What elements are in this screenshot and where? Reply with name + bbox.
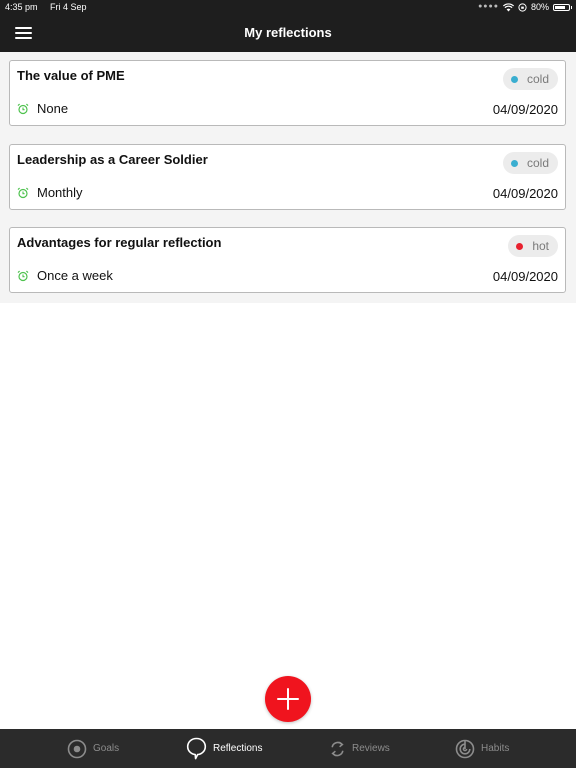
reflection-title: The value of PME [17,68,125,83]
frequency-label: Monthly [37,185,83,200]
battery-level [555,5,565,9]
reflection-card[interactable]: Advantages for regular reflection hot On… [9,227,566,293]
reminder-frequency: Once a week [17,268,113,283]
temperature-badge: cold [502,152,558,174]
battery-icon [553,3,572,11]
temperature-dot [516,242,524,250]
status-bar: 4:35 pm Fri 4 Sep ●●●● 80% [0,0,576,14]
tab-habits[interactable]: Habits [455,729,509,768]
habits-icon [455,739,475,758]
status-right: ●●●● 80% [474,0,572,14]
target-icon [67,739,87,758]
status-left: 4:35 pm Fri 4 Sep [5,0,97,14]
reflection-card[interactable]: Leadership as a Career Soldier cold Mont… [9,144,566,210]
signal-icon: ●●●● [478,3,499,10]
page-title: My reflections [244,25,332,40]
alarm-clock-icon [17,187,29,198]
speech-bubble-icon [186,737,207,760]
temperature-label: hot [532,239,549,253]
tab-label: Reviews [352,743,390,754]
tab-goals[interactable]: Goals [67,729,119,768]
status-date: Fri 4 Sep [50,2,87,12]
tab-label: Habits [481,743,510,754]
reflection-title: Leadership as a Career Soldier [17,152,208,167]
orientation-lock-icon [518,2,527,12]
reflection-date: 04/09/2020 [492,269,558,284]
status-time: 4:35 pm [5,2,38,12]
refresh-icon [331,741,344,756]
tab-reviews[interactable]: Reviews [329,729,390,768]
reflection-date: 04/09/2020 [492,102,558,117]
temperature-label: cold [526,72,549,86]
reminder-frequency: None [17,101,68,116]
reminder-frequency: Monthly [17,185,83,200]
temperature-label: cold [526,156,549,170]
battery-percentage: 80% [530,2,549,12]
tab-reflections[interactable]: Reflections [186,729,262,768]
tab-bar: Goals Reflections Reviews Habits [0,729,576,768]
app-screen: 4:35 pm Fri 4 Sep ●●●● 80% My reflection [0,0,576,768]
temperature-dot [510,75,518,83]
frequency-label: Once a week [37,268,113,283]
add-reflection-button[interactable] [265,676,311,722]
tab-label: Reflections [213,743,263,754]
frequency-label: None [37,101,69,116]
reflection-date: 04/09/2020 [492,186,558,201]
wifi-icon [502,2,514,11]
reflections-list: The value of PME cold None 04/09/2020 Le… [0,52,576,303]
reflection-title: Advantages for regular reflection [17,235,222,250]
app-header: My reflections [0,14,576,52]
tab-label: Goals [93,743,120,754]
alarm-clock-icon [17,103,29,114]
alarm-clock-icon [17,270,29,281]
temperature-dot [510,159,518,167]
temperature-badge: hot [508,235,558,257]
reflection-card[interactable]: The value of PME cold None 04/09/2020 [9,60,566,126]
temperature-badge: cold [502,68,558,90]
